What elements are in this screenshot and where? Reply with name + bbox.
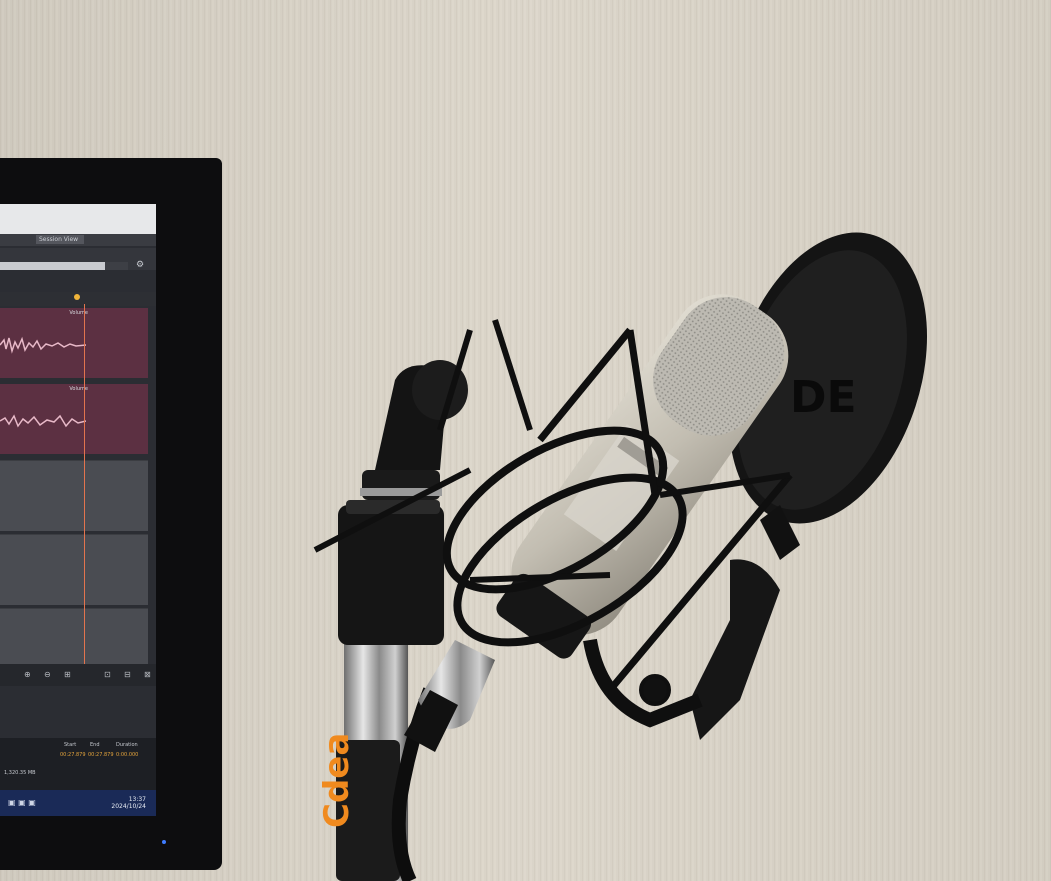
pop-filter: DE bbox=[690, 232, 928, 740]
pop-filter-brand: DE bbox=[790, 372, 857, 423]
microphone-assembly: Cdea DE bbox=[313, 232, 928, 881]
stand-brand-text: Cdea bbox=[317, 733, 357, 828]
xlr-connector bbox=[404, 640, 495, 752]
mic-stand: Cdea bbox=[317, 360, 468, 881]
photo-scene: Session View ⚙ Volume Volume ⊕ ⊖ ⊞ ⊡ ⊟ ⊠… bbox=[0, 0, 1051, 881]
